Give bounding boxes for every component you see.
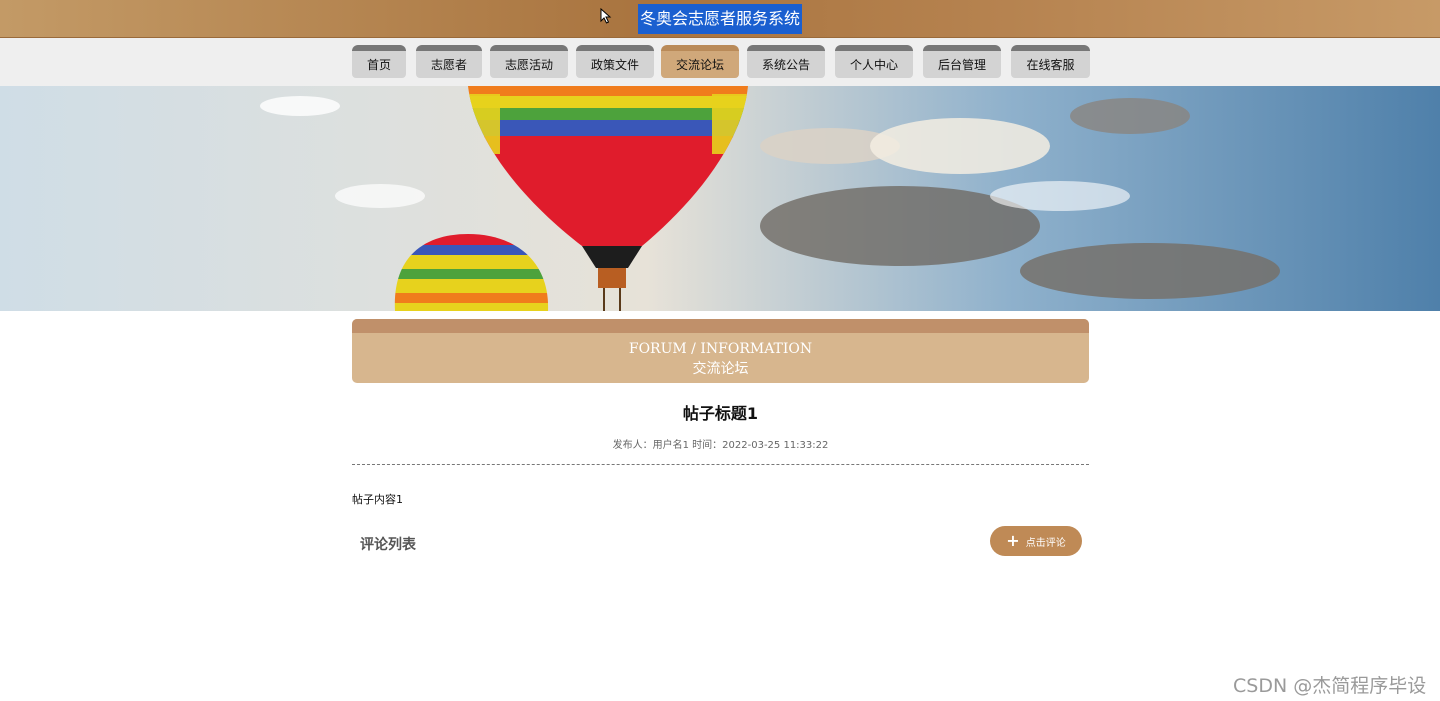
banner-image <box>0 86 1440 311</box>
add-comment-button-label: 点击评论 <box>1025 537 1066 549</box>
divider <box>352 464 1089 465</box>
site-title: 冬奥会志愿者服务系统 <box>638 4 803 34</box>
section-title-chinese: 交流论坛 <box>692 361 749 377</box>
mouse-cursor-icon <box>600 8 612 24</box>
plus-icon: + <box>1006 531 1020 550</box>
nav-volunteers[interactable]: 志愿者 <box>416 45 482 78</box>
section-header-strip <box>352 319 1089 333</box>
nav-personal-center[interactable]: 个人中心 <box>835 45 913 78</box>
watermark: CSDN @杰简程序毕设 <box>1233 675 1427 697</box>
nav-volunteer-activities[interactable]: 志愿活动 <box>490 45 568 78</box>
nav-online-service[interactable]: 在线客服 <box>1011 45 1090 78</box>
main-navigation: 首页 志愿者 志愿活动 政策文件 交流论坛 系统公告 个人中心 后台管理 在线客… <box>0 38 1440 86</box>
section-title-english: FORUM / INFORMATION <box>628 341 813 357</box>
add-comment-button[interactable]: + 点击评论 <box>990 526 1082 556</box>
top-header-bar: 冬奥会志愿者服务系统 <box>0 0 1440 38</box>
post-title: 帖子标题1 <box>682 404 759 423</box>
comments-list-heading: 评论列表 <box>360 537 416 553</box>
post-meta: 发布人：用户名1 时间：2022-03-25 11:33:22 <box>612 440 829 451</box>
nav-forum[interactable]: 交流论坛 <box>661 45 739 78</box>
post-content: 帖子内容1 <box>352 493 403 506</box>
nav-policy-documents[interactable]: 政策文件 <box>576 45 654 78</box>
nav-admin[interactable]: 后台管理 <box>923 45 1001 78</box>
nav-home[interactable]: 首页 <box>352 45 406 78</box>
section-header-forum: FORUM / INFORMATION 交流论坛 <box>352 319 1089 383</box>
hot-air-balloon-illustration <box>0 86 1440 311</box>
nav-announcements[interactable]: 系统公告 <box>747 45 825 78</box>
